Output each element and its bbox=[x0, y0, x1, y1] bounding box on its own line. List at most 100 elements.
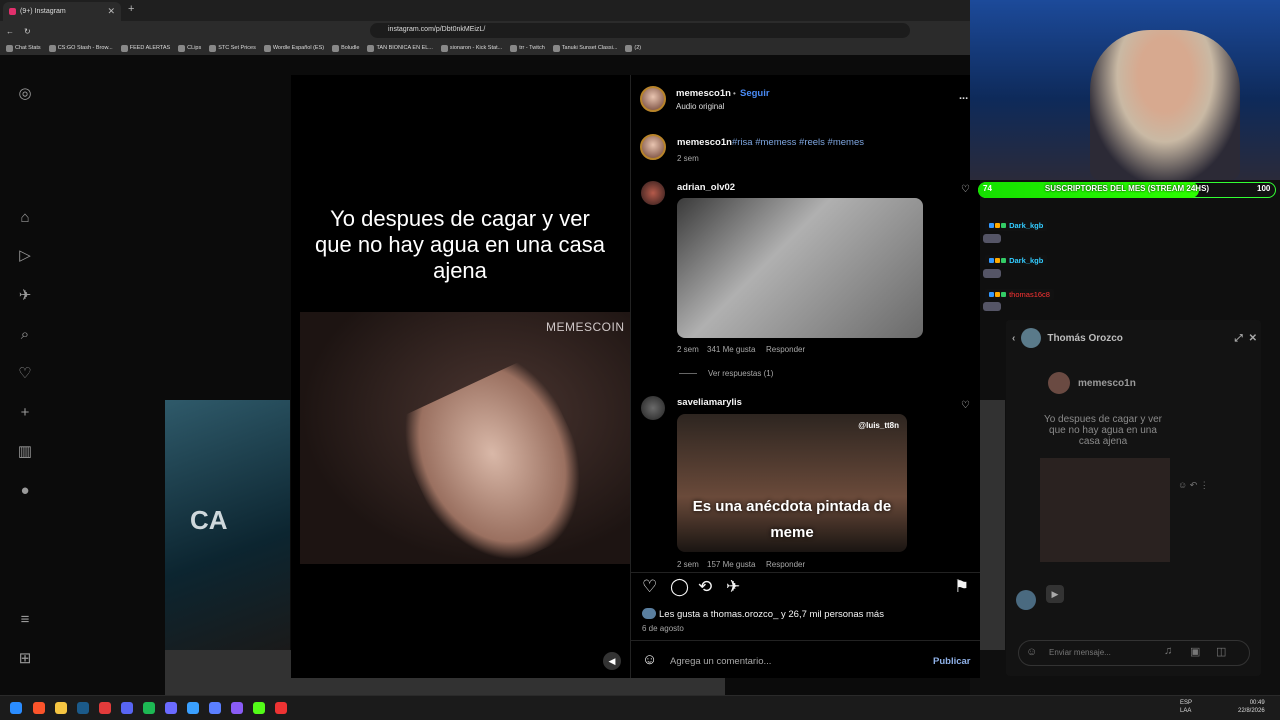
spotify-icon[interactable] bbox=[143, 702, 155, 714]
notifications-heart-icon[interactable]: ♡ bbox=[16, 365, 34, 383]
home-icon[interactable]: ⌂ bbox=[16, 209, 34, 227]
profile-avatar-icon[interactable]: ● bbox=[16, 482, 34, 500]
commenter-avatar[interactable] bbox=[641, 396, 665, 420]
feed-thumbnail-logo: CA bbox=[190, 505, 228, 535]
steam-icon[interactable] bbox=[77, 702, 89, 714]
bookmark-item[interactable]: sionaron - Kick Stat... bbox=[440, 44, 502, 52]
bookmark-item[interactable]: TAN BIONICA EN EL... bbox=[367, 44, 433, 52]
comment-gif[interactable] bbox=[677, 198, 923, 338]
description-avatar[interactable] bbox=[640, 134, 666, 160]
more-apps-icon[interactable]: ⊞ bbox=[16, 650, 34, 668]
messages-icon[interactable]: ✈ bbox=[16, 287, 34, 305]
app-icon[interactable] bbox=[165, 702, 177, 714]
sticker-icon[interactable]: ◫ bbox=[1216, 645, 1226, 658]
like-comment-heart-icon[interactable]: ♡ bbox=[961, 184, 970, 195]
reply-button[interactable]: Responder bbox=[766, 345, 805, 354]
share-icon[interactable]: ✈ bbox=[726, 577, 740, 597]
chat-message: thomas16c8 bbox=[985, 289, 1054, 300]
new-tab-button[interactable]: + bbox=[128, 3, 134, 15]
bookmark-favicon-icon bbox=[48, 44, 56, 52]
shared-post-video[interactable] bbox=[1040, 458, 1170, 562]
menu-icon[interactable]: ≡ bbox=[16, 611, 34, 629]
back-icon[interactable]: ← bbox=[6, 27, 14, 36]
comment-username[interactable]: adrian_olv02 bbox=[677, 182, 735, 193]
comment-input[interactable]: Agrega un comentario... bbox=[670, 656, 771, 667]
bookmark-item[interactable]: Chat Stats bbox=[6, 44, 41, 52]
bookmark-favicon-icon bbox=[263, 44, 271, 52]
comment-likes[interactable]: 157 Me gusta bbox=[707, 560, 755, 569]
reel-caption: Yo despues de cagar y ver que no hay agu… bbox=[315, 206, 605, 283]
more-options-icon[interactable]: ... bbox=[959, 90, 968, 102]
expand-icon[interactable]: ⤢ bbox=[1235, 333, 1243, 344]
message-actions-icon[interactable]: ☺ ↶ ⋮ bbox=[1178, 480, 1209, 491]
emoji-icon[interactable]: ☺ bbox=[642, 651, 657, 668]
comment-icon[interactable]: ◯ bbox=[670, 577, 689, 597]
repost-icon[interactable]: ⟲ bbox=[698, 577, 712, 597]
shared-post-username[interactable]: memesco1n bbox=[1078, 378, 1136, 389]
comment-gif[interactable]: @luis_tt8n Es una anécdota pintada de me… bbox=[677, 414, 907, 552]
dm-emoji-icon[interactable]: ☺ bbox=[1026, 646, 1037, 658]
dm-contact-name[interactable]: Thomás Orozco bbox=[1047, 333, 1123, 344]
clock-time: 00:49 bbox=[1249, 700, 1265, 706]
author-avatar[interactable] bbox=[640, 86, 666, 112]
publish-button[interactable]: Publicar bbox=[933, 656, 971, 667]
insights-icon[interactable]: ▥ bbox=[16, 443, 34, 461]
file-explorer-icon[interactable] bbox=[55, 702, 67, 714]
system-clock[interactable]: 00:49 22/8/2026 bbox=[1238, 699, 1265, 715]
comment-username[interactable]: saveliamarylis bbox=[677, 397, 742, 408]
bookmark-item[interactable]: CS:GO Stash - Brow... bbox=[48, 44, 113, 52]
video-message-icon[interactable]: ▶ bbox=[1046, 585, 1064, 603]
shared-post-avatar bbox=[1048, 372, 1070, 394]
close-tab-icon[interactable]: ✕ bbox=[107, 6, 115, 17]
app-icon[interactable] bbox=[187, 702, 199, 714]
bookmark-item[interactable]: Wordle Español (ES) bbox=[263, 44, 324, 52]
close-dm-icon[interactable]: ✕ bbox=[1249, 333, 1257, 344]
author-username[interactable]: memesco1n bbox=[676, 88, 731, 99]
reply-button[interactable]: Responder bbox=[766, 560, 805, 569]
chrome-icon[interactable] bbox=[99, 702, 111, 714]
discord-icon[interactable] bbox=[121, 702, 133, 714]
brave-icon[interactable] bbox=[33, 702, 45, 714]
mute-icon[interactable]: ◀ bbox=[603, 652, 621, 670]
create-plus-icon[interactable]: + bbox=[16, 404, 34, 422]
audio-label[interactable]: Audio original bbox=[676, 102, 724, 111]
comment-likes[interactable]: 341 Me gusta bbox=[707, 345, 755, 354]
microphone-icon[interactable]: ♫ bbox=[1164, 645, 1172, 657]
dm-header: ‹ Thomás Orozco ⤢ ✕ bbox=[1012, 328, 1257, 348]
bookmark-item[interactable]: Boludle bbox=[332, 44, 359, 52]
bookmark-item[interactable]: trr - Twitch bbox=[510, 44, 545, 52]
reload-icon[interactable]: ↻ bbox=[24, 27, 31, 36]
bookmark-item[interactable]: FEED ALERTAS bbox=[120, 44, 170, 52]
feed-thumbnail-right[interactable] bbox=[980, 400, 1005, 650]
app-icon[interactable] bbox=[209, 702, 221, 714]
url-field[interactable]: instagram.com/p/Dbt0nkMEizL/ bbox=[370, 23, 910, 38]
start-windows-icon[interactable] bbox=[10, 702, 22, 714]
bookmark-favicon-icon bbox=[178, 44, 186, 52]
reels-icon[interactable]: ▷ bbox=[16, 247, 34, 265]
search-icon[interactable]: ⌕ bbox=[16, 326, 34, 344]
like-comment-heart-icon[interactable]: ♡ bbox=[961, 400, 970, 411]
gif-tag: @luis_tt8n bbox=[858, 421, 899, 430]
bookmark-item[interactable]: STC Set Prices bbox=[209, 44, 256, 52]
app-icon[interactable] bbox=[275, 702, 287, 714]
browser-tab[interactable]: (9+) Instagram ✕ bbox=[3, 2, 121, 21]
kick-icon[interactable] bbox=[253, 702, 265, 714]
commenter-avatar[interactable] bbox=[641, 181, 665, 205]
language-indicator[interactable]: ESP LAA bbox=[1180, 699, 1192, 715]
view-replies-button[interactable]: Ver respuestas (1) bbox=[708, 369, 773, 378]
app-icon[interactable] bbox=[231, 702, 243, 714]
sub-goal-target: 100 bbox=[1257, 184, 1271, 193]
liked-by-text[interactable]: Les gusta a thomas.orozco_ y 26,7 mil pe… bbox=[659, 609, 884, 620]
bookmark-item[interactable]: Tanuki Sunset Classi... bbox=[552, 44, 618, 52]
like-heart-icon[interactable]: ♡ bbox=[642, 577, 657, 597]
back-chevron-icon[interactable]: ‹ bbox=[1012, 333, 1015, 344]
bookmark-item[interactable]: (2) bbox=[625, 44, 641, 52]
instagram-logo-icon[interactable]: ◎ bbox=[16, 85, 34, 103]
bookmark-label: Tanuki Sunset Classi... bbox=[561, 45, 618, 51]
description-username[interactable]: memesco1n bbox=[677, 137, 732, 148]
follow-button[interactable]: Seguir bbox=[740, 88, 770, 99]
bookmark-item[interactable]: CLips bbox=[178, 44, 201, 52]
save-bookmark-icon[interactable]: ⚑ bbox=[954, 577, 969, 597]
image-icon[interactable]: ▣ bbox=[1190, 645, 1200, 658]
description-hashtags[interactable]: #risa #memess #reels #memes bbox=[732, 137, 864, 148]
